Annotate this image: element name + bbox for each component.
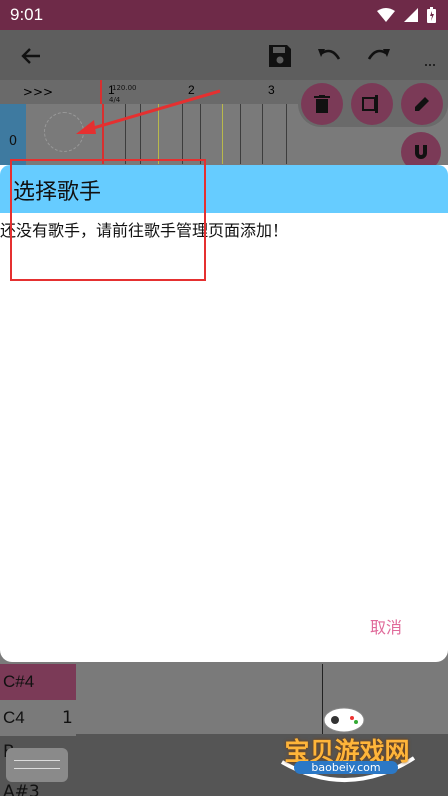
piano-key-a-sharp-3[interactable]: A#3 bbox=[3, 782, 40, 796]
watermark-logo: 宝贝游戏网 baobeiy.com bbox=[272, 700, 448, 796]
gamepad-icon bbox=[323, 707, 365, 733]
annotation-arrow-icon bbox=[76, 89, 221, 134]
cancel-button[interactable]: 取消 bbox=[370, 614, 402, 638]
watermark-url: baobeiy.com bbox=[294, 761, 398, 774]
key-marker: 1 bbox=[62, 708, 73, 728]
piano-key-c-sharp-4[interactable]: C#4 bbox=[0, 664, 76, 700]
minimize-handle[interactable] bbox=[6, 748, 68, 782]
